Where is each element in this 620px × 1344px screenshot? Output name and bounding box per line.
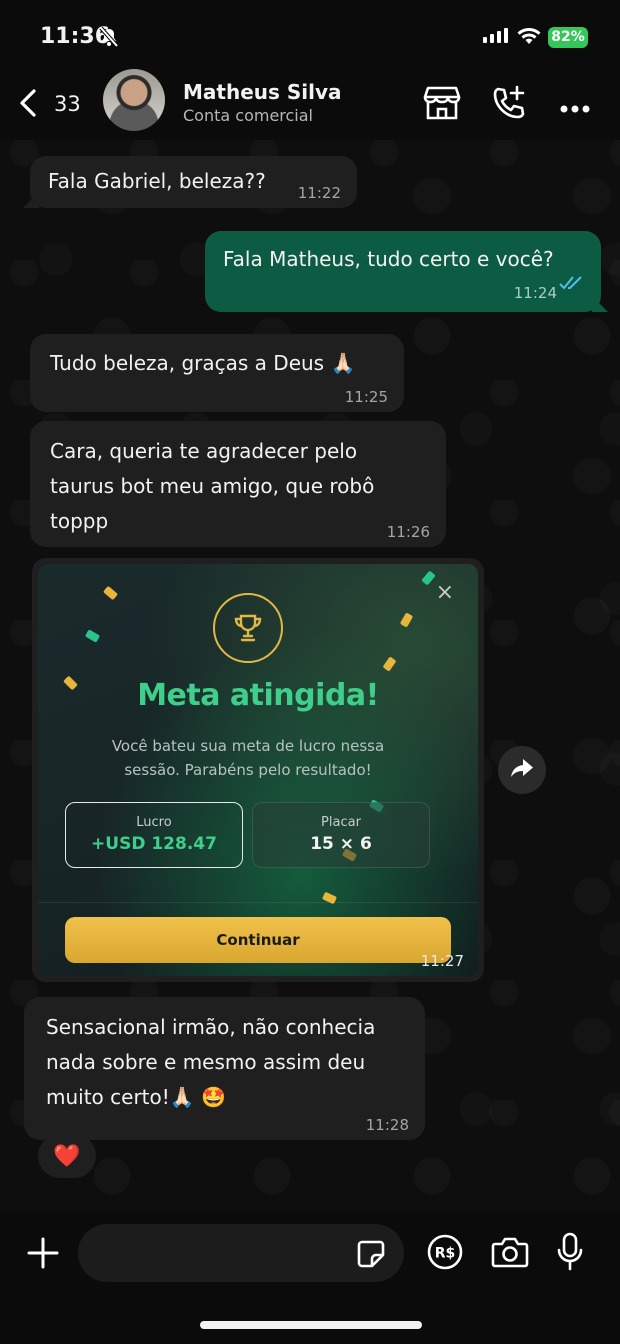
contact-subtitle[interactable]: Conta comercial — [183, 106, 313, 125]
message-image[interactable]: × Meta atingida! Você bateu sua meta de … — [32, 558, 484, 982]
stat-label: Lucro — [136, 815, 172, 830]
more-icon[interactable] — [560, 98, 590, 117]
stat-value: +USD 128.47 — [91, 834, 217, 854]
message-line: Cara, queria te agradecer pelo — [50, 439, 358, 463]
message-line: muito certo! — [46, 1085, 170, 1109]
message-incoming[interactable]: Tudo beleza, graças a Deus 🙏🏻 11:25 — [30, 334, 404, 412]
chat-header: 33 Matheus Silva Conta comercial — [0, 66, 620, 140]
card-description-line: Você bateu sua meta de lucro nessa — [111, 737, 385, 755]
praying-starstruck-emoji: 🙏🏻 🤩 — [169, 1085, 226, 1109]
praying-hands-emoji: 🙏🏻 — [330, 351, 356, 375]
heart-emoji: ❤️ — [53, 1143, 81, 1169]
trophy-icon — [213, 593, 283, 663]
stat-value: 15 × 6 — [310, 834, 372, 854]
message-line: taurus bot meu amigo, que robô — [50, 474, 375, 498]
message-input-container[interactable] — [78, 1224, 404, 1282]
plus-icon[interactable] — [26, 1236, 60, 1274]
unread-count[interactable]: 33 — [54, 92, 81, 116]
card-title: Meta atingida! — [137, 678, 379, 713]
message-line: nada sobre e mesmo assim deu — [46, 1050, 366, 1074]
message-time: 11:22 — [297, 184, 341, 202]
confetti — [84, 629, 101, 643]
message-time: 11:28 — [365, 1116, 409, 1134]
confetti — [421, 570, 436, 586]
sticker-icon[interactable] — [356, 1239, 386, 1273]
confetti — [102, 585, 119, 601]
message-text: Tudo beleza, graças a Deus — [50, 351, 325, 375]
camera-icon[interactable] — [491, 1235, 529, 1273]
contact-name[interactable]: Matheus Silva — [183, 80, 342, 104]
status-bar: 11:36 82% — [0, 0, 620, 70]
heart-reaction[interactable]: ❤️ — [38, 1134, 96, 1178]
stat-label: Placar — [321, 815, 361, 830]
message-time: 11:24 — [513, 284, 557, 302]
message-line: Sensacional irmão, não conhecia — [46, 1015, 376, 1039]
message-input[interactable] — [98, 1224, 348, 1282]
battery-indicator: 82% — [548, 27, 588, 48]
microphone-icon[interactable] — [556, 1232, 584, 1276]
back-chevron-icon[interactable] — [16, 88, 40, 122]
wifi-icon — [516, 26, 542, 50]
stat-lucro: Lucro +USD 128.47 — [65, 802, 243, 868]
read-ticks-icon — [559, 267, 585, 302]
card-description-line: sessão. Parabéns pelo resultado! — [124, 761, 372, 779]
payment-icon[interactable]: R$ — [427, 1234, 463, 1274]
stat-placar: Placar 15 × 6 — [252, 802, 430, 868]
home-indicator — [200, 1321, 422, 1329]
signal-icon — [483, 28, 508, 43]
close-icon[interactable]: × — [436, 580, 454, 605]
forward-icon — [510, 757, 534, 783]
message-time: 11:27 — [420, 952, 464, 970]
confetti — [399, 612, 414, 628]
call-add-icon[interactable] — [490, 84, 528, 126]
payment-label: R$ — [435, 1246, 456, 1262]
card-divider — [38, 902, 478, 903]
continue-button[interactable]: Continuar — [65, 917, 451, 963]
message-time: 11:25 — [344, 388, 388, 406]
avatar[interactable] — [103, 69, 165, 131]
goal-reached-card[interactable]: × Meta atingida! Você bateu sua meta de … — [38, 564, 478, 976]
message-incoming[interactable]: Fala Gabriel, beleza?? 11:22 — [23, 156, 357, 208]
forward-button[interactable] — [498, 746, 546, 794]
bell-muted-icon — [98, 26, 120, 52]
card-description: Você bateu sua meta de lucro nessa sessã… — [78, 734, 418, 782]
message-text: Fala Matheus, tudo certo e você? — [223, 247, 554, 271]
store-icon[interactable] — [422, 84, 462, 126]
message-time: 11:26 — [386, 523, 430, 541]
confetti — [382, 656, 397, 672]
message-incoming[interactable]: Sensacional irmão, não conhecia nada sob… — [24, 997, 425, 1140]
message-incoming[interactable]: Cara, queria te agradecer pelo taurus bo… — [30, 421, 446, 547]
message-outgoing[interactable]: Fala Matheus, tudo certo e você? 11:24 — [205, 231, 608, 312]
